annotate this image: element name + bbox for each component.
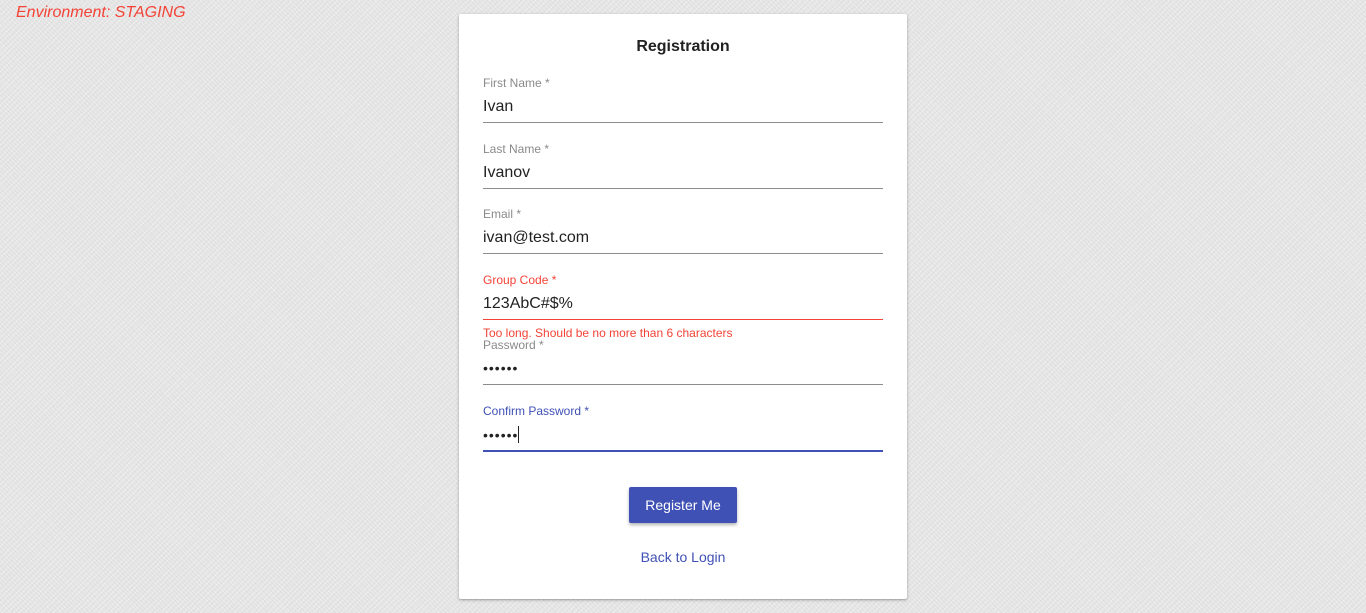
confirm-password-input[interactable]: ••••••: [483, 424, 883, 452]
password-label: Password *: [483, 338, 544, 352]
email-input[interactable]: ivan@test.com: [483, 227, 883, 254]
last-name-label: Last Name *: [483, 142, 550, 156]
registration-card: Registration First Name * Ivan Last Name…: [459, 14, 907, 599]
group-code-input[interactable]: 123AbC#$%: [483, 293, 883, 320]
confirm-password-label: Confirm Password *: [483, 404, 590, 418]
environment-label: Environment: STAGING: [16, 4, 186, 21]
first-name-label: First Name *: [483, 76, 550, 90]
first-name-input[interactable]: Ivan: [483, 96, 883, 123]
password-input[interactable]: ••••••: [483, 358, 883, 385]
email-label: Email *: [483, 207, 522, 221]
password-value: ••••••: [483, 360, 519, 376]
group-code-label: Group Code *: [483, 273, 557, 287]
form-title: Registration: [636, 38, 730, 55]
register-button[interactable]: Register Me: [629, 487, 737, 523]
confirm-password-value: ••••••: [483, 427, 519, 443]
back-to-login-link[interactable]: Back to Login: [459, 549, 907, 565]
text-caret: [518, 426, 520, 443]
last-name-input[interactable]: Ivanov: [483, 162, 883, 189]
